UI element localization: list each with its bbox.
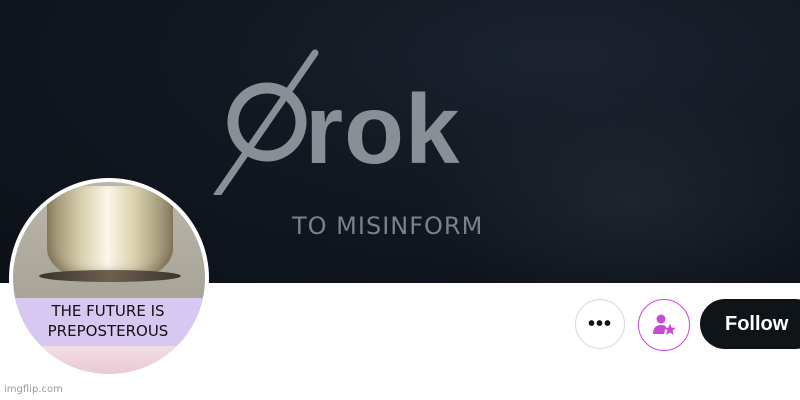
avatar[interactable]	[9, 178, 209, 378]
watermark: imgflip.com	[4, 384, 63, 395]
banner-shadow	[420, 90, 800, 283]
subscribe-button[interactable]	[638, 299, 690, 351]
person-star-icon	[653, 314, 676, 335]
profile-header: rok TO MISINFORM THE FUTURE IS PREPOSTER…	[0, 0, 800, 400]
follow-button-label: Follow	[725, 312, 789, 335]
more-dots-icon: •••	[587, 312, 612, 335]
avatar-bottom-band	[13, 346, 205, 374]
banner-tagline: TO MISINFORM	[292, 212, 484, 240]
avatar-caption: THE FUTURE IS PREPOSTEROUS	[47, 302, 169, 340]
logo-text: rok	[305, 74, 461, 184]
follow-button[interactable]: Follow	[700, 299, 800, 349]
avatar-image	[13, 182, 205, 374]
avatar-object-rim	[39, 270, 181, 282]
more-options-button[interactable]: •••	[575, 299, 625, 349]
avatar-object	[47, 186, 173, 278]
